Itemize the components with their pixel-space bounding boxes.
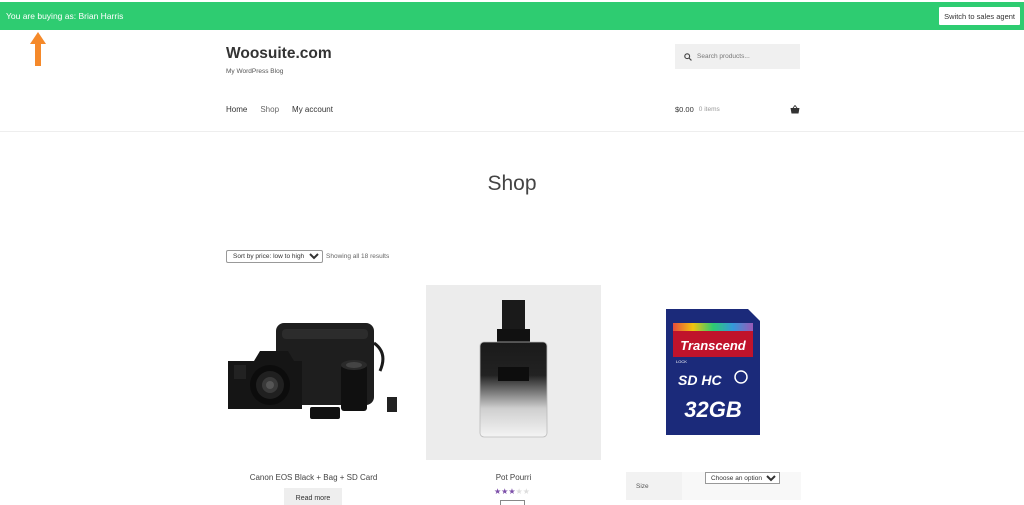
main-nav: Home Shop My account bbox=[226, 105, 346, 114]
site-tagline: My WordPress Blog bbox=[226, 68, 284, 75]
page-title: Shop bbox=[487, 172, 537, 195]
search-input[interactable] bbox=[697, 53, 797, 60]
card-brand-text: Transcend bbox=[680, 338, 747, 353]
product-name[interactable]: Pot Pourri bbox=[426, 473, 601, 482]
header-cart[interactable]: $0.00 0 items bbox=[675, 105, 800, 114]
sdhc-logo-icon: SD HC bbox=[678, 372, 722, 388]
card-capacity-text: 32GB bbox=[684, 397, 742, 422]
search-icon bbox=[684, 52, 692, 61]
page: You are buying as: Brian Harris Switch t… bbox=[0, 0, 1024, 505]
nav-home[interactable]: Home bbox=[226, 105, 247, 114]
basket-icon[interactable] bbox=[790, 105, 800, 114]
orange-arrow-icon bbox=[30, 32, 46, 66]
read-more-button[interactable]: Read more bbox=[284, 488, 342, 505]
variation-label: Size bbox=[636, 483, 649, 490]
header-divider bbox=[0, 131, 1024, 132]
switch-to-sales-agent-button[interactable]: Switch to sales agent bbox=[939, 7, 1020, 25]
perfume-bottle-image[interactable] bbox=[426, 285, 601, 460]
cart-count[interactable]: 0 items bbox=[699, 106, 720, 113]
product-name[interactable]: Canon EOS Black + Bag + SD Card bbox=[226, 473, 401, 482]
product-action-box[interactable] bbox=[500, 500, 525, 505]
results-count: Showing all 18 results bbox=[326, 253, 390, 260]
star-empty-icon: ★★ bbox=[515, 487, 530, 496]
nav-my-account[interactable]: My account bbox=[292, 105, 333, 114]
site-title[interactable]: Woosuite.com bbox=[226, 45, 332, 63]
cart-total[interactable]: $0.00 bbox=[675, 105, 694, 114]
size-select[interactable]: Choose an option bbox=[705, 472, 780, 484]
star-rating: ★★★★★ bbox=[494, 488, 530, 496]
camera-bundle-image[interactable] bbox=[226, 285, 401, 460]
sort-select[interactable]: Sort by price: low to high bbox=[226, 250, 323, 263]
star-filled-icon: ★★★ bbox=[494, 487, 516, 496]
sd-card-image[interactable]: Transcend LOCK SD HC 32GB bbox=[626, 285, 801, 460]
nav-shop[interactable]: Shop bbox=[260, 105, 279, 114]
card-lock-text: LOCK bbox=[676, 359, 687, 364]
search-box[interactable] bbox=[675, 44, 800, 69]
buying-as-bar: You are buying as: Brian Harris Switch t… bbox=[0, 2, 1024, 30]
buying-as-text: You are buying as: Brian Harris bbox=[6, 11, 124, 21]
variation-label-cell: Size bbox=[626, 472, 682, 500]
